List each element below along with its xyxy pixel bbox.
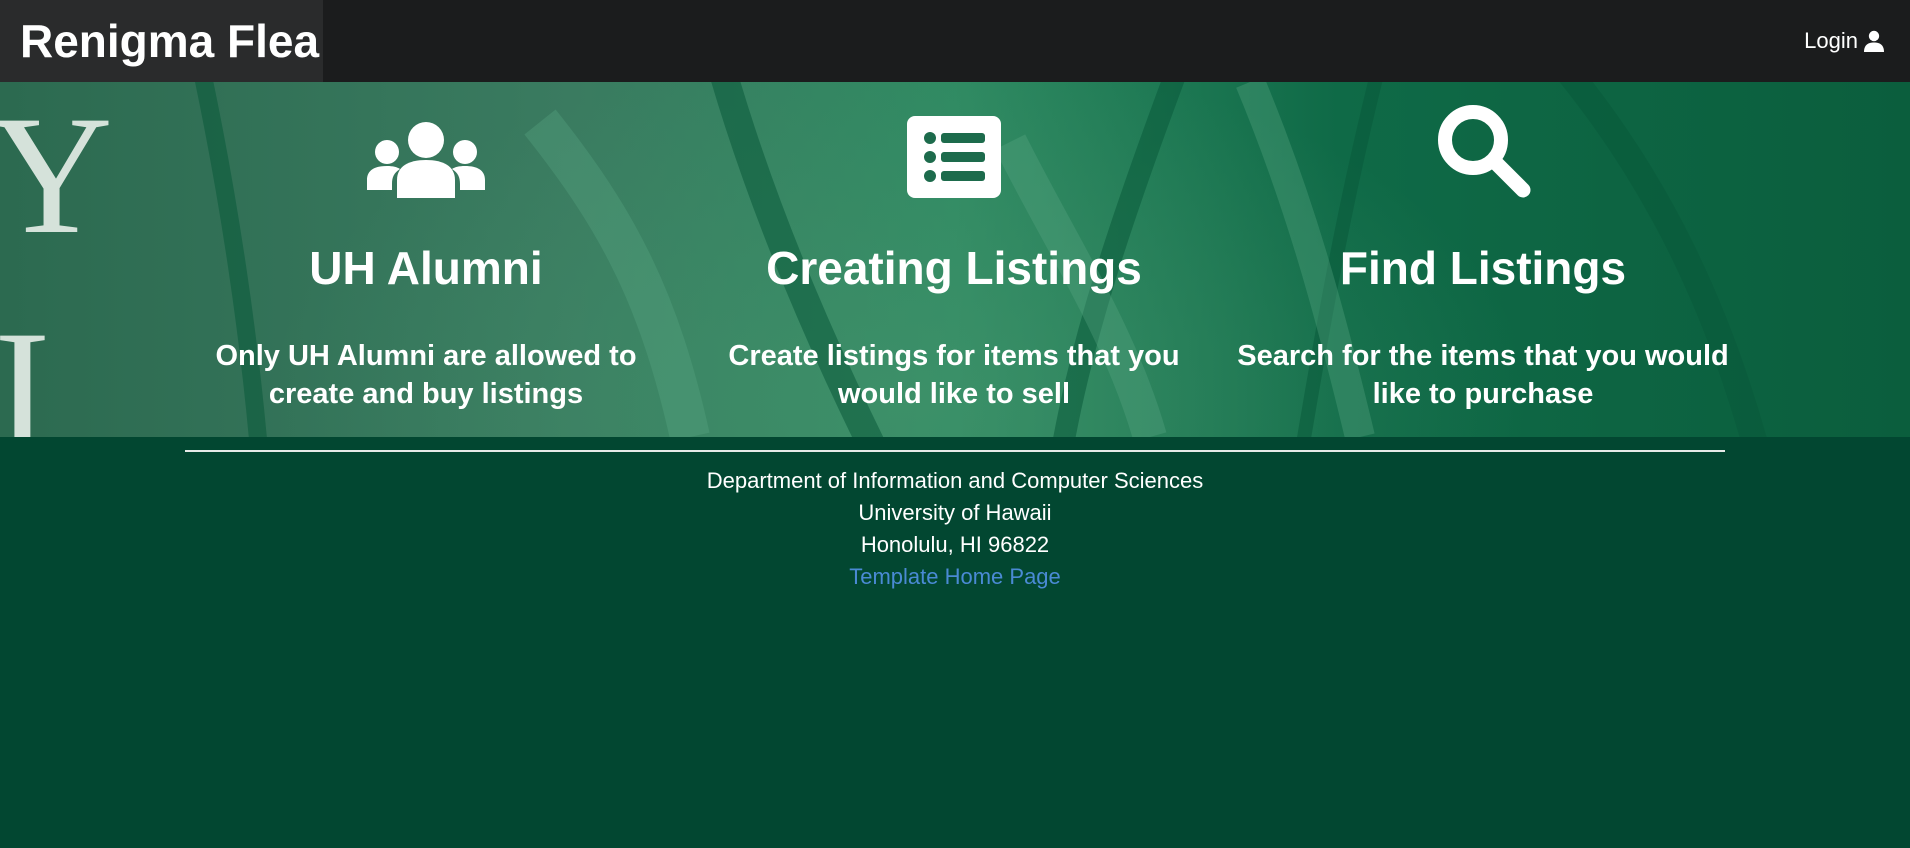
page-footer: Department of Information and Computer S… xyxy=(0,465,1910,593)
footer-address: Honolulu, HI 96822 xyxy=(860,532,1050,557)
search-icon xyxy=(1438,105,1531,198)
footer-university: University of Hawaii xyxy=(858,500,1052,525)
top-navbar: Renigma Flea Login xyxy=(0,0,1910,82)
list-icon xyxy=(907,116,1001,198)
user-icon xyxy=(1864,30,1884,52)
template-home-page-link[interactable]: Template Home Page xyxy=(849,564,1061,589)
feature-description: Only UH Alumni are allowed to create and… xyxy=(166,337,686,413)
login-button[interactable]: Login xyxy=(1804,0,1886,82)
footer-divider xyxy=(185,450,1725,452)
feature-description: Search for the items that you would like… xyxy=(1223,337,1743,413)
feature-description-line: create and buy listings xyxy=(268,378,584,410)
feature-title: Creating Listings xyxy=(766,242,1142,294)
login-label: Login xyxy=(1804,28,1858,53)
feature-title: Find Listings xyxy=(1339,242,1627,294)
feature-description-line: like to purchase xyxy=(1372,378,1594,410)
feature-title: UH Alumni xyxy=(309,242,543,294)
feature-description-line: Search for the items that you would xyxy=(1237,340,1729,372)
feature-description: Create listings for items that you would… xyxy=(694,337,1214,413)
feature-uh-alumni: UH Alumni Only UH Alumni are allowed to … xyxy=(166,82,686,410)
feature-description-line: would like to sell xyxy=(837,378,1071,410)
svg-text:I: I xyxy=(0,296,51,437)
users-icon xyxy=(367,122,485,198)
feature-description-line: Create listings for items that you xyxy=(728,340,1180,372)
feature-description-line: Only UH Alumni are allowed to xyxy=(215,340,637,372)
feature-find-listings: Find Listings Search for the items that … xyxy=(1223,82,1743,410)
svg-text:Y: Y xyxy=(0,82,113,269)
feature-creating-listings: Creating Listings Create listings for it… xyxy=(694,82,1214,410)
hero-banner: Y I UH Alumni Only UH Alumni are allowed… xyxy=(0,82,1910,437)
brand-logo-link[interactable]: Renigma Flea xyxy=(0,0,323,82)
footer-department: Department of Information and Computer S… xyxy=(706,468,1204,493)
